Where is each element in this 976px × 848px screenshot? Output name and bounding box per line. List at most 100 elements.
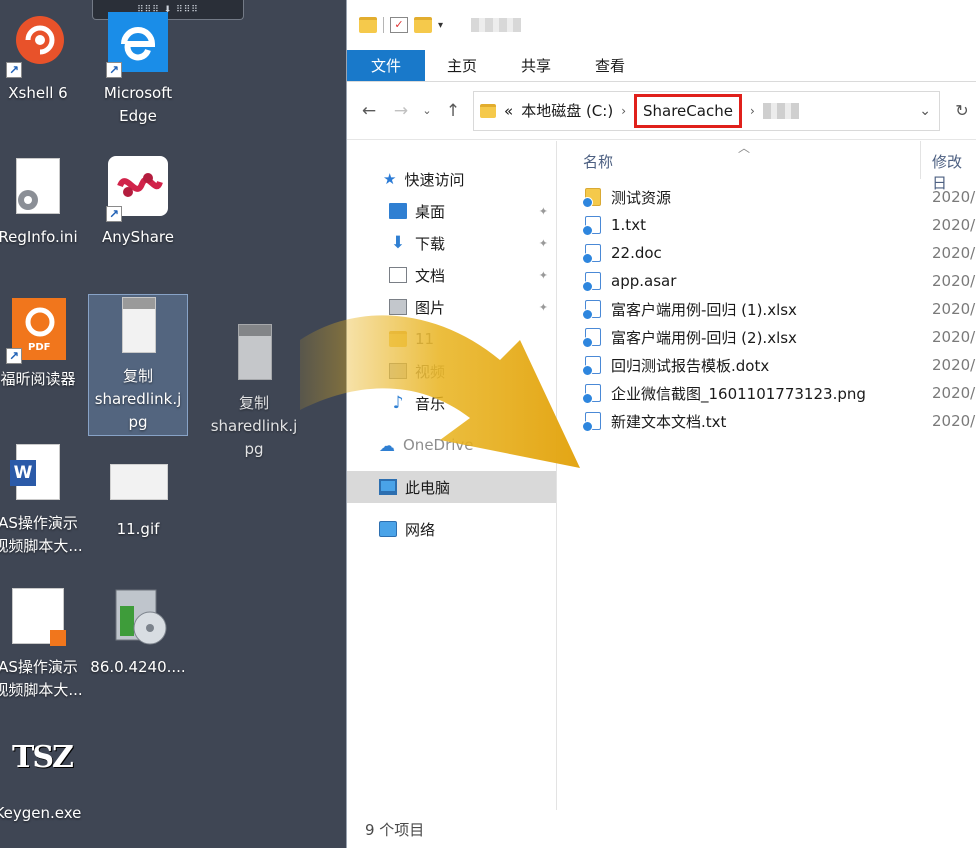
documents-icon [389,267,407,283]
music-note-icon: ♪ [392,393,404,413]
quick-access-dropdown-icon[interactable]: ▾ [438,20,443,31]
breadcrumb-sharecache-highlighted[interactable]: ShareCache [634,93,742,128]
nav-desktop[interactable]: 桌面 ✦ [347,195,556,227]
desktop-icon-gif[interactable]: 11.gif [88,448,188,541]
file-row[interactable]: 回归测试报告模板.dotx 2020/ [558,351,976,379]
synced-file-icon [582,300,601,320]
computer-icon [379,479,397,495]
pin-icon[interactable]: ✦ [539,237,548,250]
file-row[interactable]: 富客户端用例-回归 (2).xlsx 2020/ [558,323,976,351]
pdf-doc-icon [6,586,70,652]
back-arrow-icon[interactable]: ← [357,101,381,121]
tab-view[interactable]: 查看 [573,50,647,81]
desktop-icon-xshell[interactable]: ↗ Xshell 6 [0,12,88,105]
nav-label: 11 [415,330,435,348]
desktop-icon-copy-sharedlink-drag[interactable]: 复制 sharedlink.j pg [204,322,304,461]
breadcrumb-overflow[interactable]: « [504,102,513,120]
file-row[interactable]: 富客户端用例-回归 (1).xlsx 2020/ [558,295,976,323]
file-row[interactable]: 测试资源 2020/ [558,183,976,211]
icon-label: Microsoft Edge [103,84,173,125]
desktop-icon-edge[interactable]: ↗ Microsoft Edge [88,12,188,128]
nav-label: 音乐 [415,394,446,413]
videos-icon [389,363,407,379]
star-icon: ★ [383,170,397,188]
desktop-icon-pdf-doc[interactable]: AS操作演示 视频脚本大... [0,586,88,702]
icon-label: AnyShare [102,228,174,246]
column-header-name[interactable]: 名称 [583,151,613,172]
breadcrumb-separator[interactable]: › [621,104,626,118]
navigation-bar: ← → ⌄ ↑ « 本地磁盘 (C:) › ShareCache › ⌄ ↻ [347,82,976,140]
icon-label: 11.gif [116,520,160,538]
nav-this-pc[interactable]: 此电脑 [347,471,556,503]
refresh-icon[interactable]: ↻ [948,101,976,120]
desktop-icon-copy-sharedlink-selected[interactable]: 复制 sharedlink.j pg [88,294,188,436]
nav-label: 下载 [415,234,446,253]
shortcut-arrow-icon: ↗ [106,62,122,78]
tab-file[interactable]: 文件 [347,50,426,81]
up-arrow-icon[interactable]: ↑ [441,101,465,121]
address-folder-icon [480,103,496,118]
item-count: 9 个项目 [365,820,425,839]
nav-pictures[interactable]: 图片 ✦ [347,291,556,323]
nav-folder-11[interactable]: 11 [347,323,556,355]
nav-label: OneDrive [403,436,474,454]
shortcut-arrow-icon: ↗ [106,206,122,222]
file-row[interactable]: 企业微信截图_1601101773123.png 2020/ [558,379,976,407]
tab-home[interactable]: 主页 [425,50,499,81]
sort-ascending-icon: ︿ [738,141,751,155]
pin-icon[interactable]: ✦ [539,205,548,218]
desktop-icon-anyshare[interactable]: ↗ AnyShare [88,156,188,249]
explorer-body: ★ 快速访问 桌面 ✦ ⬇ 下载 ✦ 文档 ✦ 图片 ✦ 11 视频 ♪ 音乐 … [347,141,976,848]
nav-label: 此电脑 [405,478,451,497]
file-row[interactable]: 22.doc 2020/ [558,239,976,267]
breadcrumb-separator[interactable]: › [750,104,755,118]
navigation-pane: ★ 快速访问 桌面 ✦ ⬇ 下载 ✦ 文档 ✦ 图片 ✦ 11 视频 ♪ 音乐 … [347,141,557,810]
forward-arrow-icon[interactable]: → [389,101,413,121]
synced-file-icon [582,244,601,264]
file-name: 回归测试报告模板.dotx [611,356,770,375]
nav-label: 文档 [415,266,446,285]
file-name: 企业微信截图_1601101773123.png [611,384,866,403]
new-folder-icon[interactable] [414,17,432,33]
column-headers: ︿ 名称 修改日 [558,141,976,192]
image-file-icon [222,322,286,388]
nav-onedrive[interactable]: ☁ OneDrive [347,429,556,461]
desktop-icon-word-doc[interactable]: W AS操作演示 视频脚本大... [0,442,88,558]
nav-downloads[interactable]: ⬇ 下载 ✦ [347,227,556,259]
breadcrumb-drive[interactable]: 本地磁盘 (C:) [521,100,613,121]
recent-locations-chevron-icon[interactable]: ⌄ [421,104,433,117]
keygen-icon: TSZ [6,732,74,798]
desktop-icon-foxit[interactable]: PDF ↗ 福昕阅读器 [0,298,88,391]
address-bar[interactable]: « 本地磁盘 (C:) › ShareCache › ⌄ [473,90,940,131]
desktop-icon [389,203,407,219]
desktop-icon-keygen[interactable]: TSZ Keygen.exe [0,732,88,825]
nav-quick-access[interactable]: ★ 快速访问 [347,163,556,195]
nav-music[interactable]: ♪ 音乐 [347,387,556,419]
nav-network[interactable]: 网络 [347,513,556,545]
cloud-icon: ☁ [379,435,395,455]
pictures-icon [389,299,407,315]
file-name: 富客户端用例-回归 (2).xlsx [611,328,797,347]
folder-icon [389,331,407,347]
nav-videos[interactable]: 视频 [347,355,556,387]
properties-check-icon[interactable]: ✓ [390,17,408,33]
file-row[interactable]: app.asar 2020/ [558,267,976,295]
ribbon-tabs: 文件 主页 共享 查看 [347,50,976,82]
pin-icon[interactable]: ✦ [539,301,548,314]
file-name: 测试资源 [611,188,672,207]
file-row[interactable]: 新建文本文档.txt 2020/ [558,407,976,435]
pdf-badge: PDF [28,342,51,353]
pin-icon[interactable]: ✦ [539,269,548,282]
desktop-icon-chrome-setup[interactable]: 86.0.4240.... [88,586,188,679]
file-row[interactable]: 1.txt 2020/ [558,211,976,239]
file-date: 2020/ [932,188,976,206]
column-divider[interactable] [920,141,921,179]
address-dropdown-icon[interactable]: ⌄ [919,103,931,119]
tab-share[interactable]: 共享 [499,50,573,81]
synced-file-icon [582,356,601,376]
shortcut-arrow-icon: ↗ [6,62,22,78]
desktop-icon-reginfo[interactable]: RegInfo.ini [0,156,88,249]
window-title-redacted [471,18,522,32]
nav-documents[interactable]: 文档 ✦ [347,259,556,291]
word-badge: W [10,460,36,486]
